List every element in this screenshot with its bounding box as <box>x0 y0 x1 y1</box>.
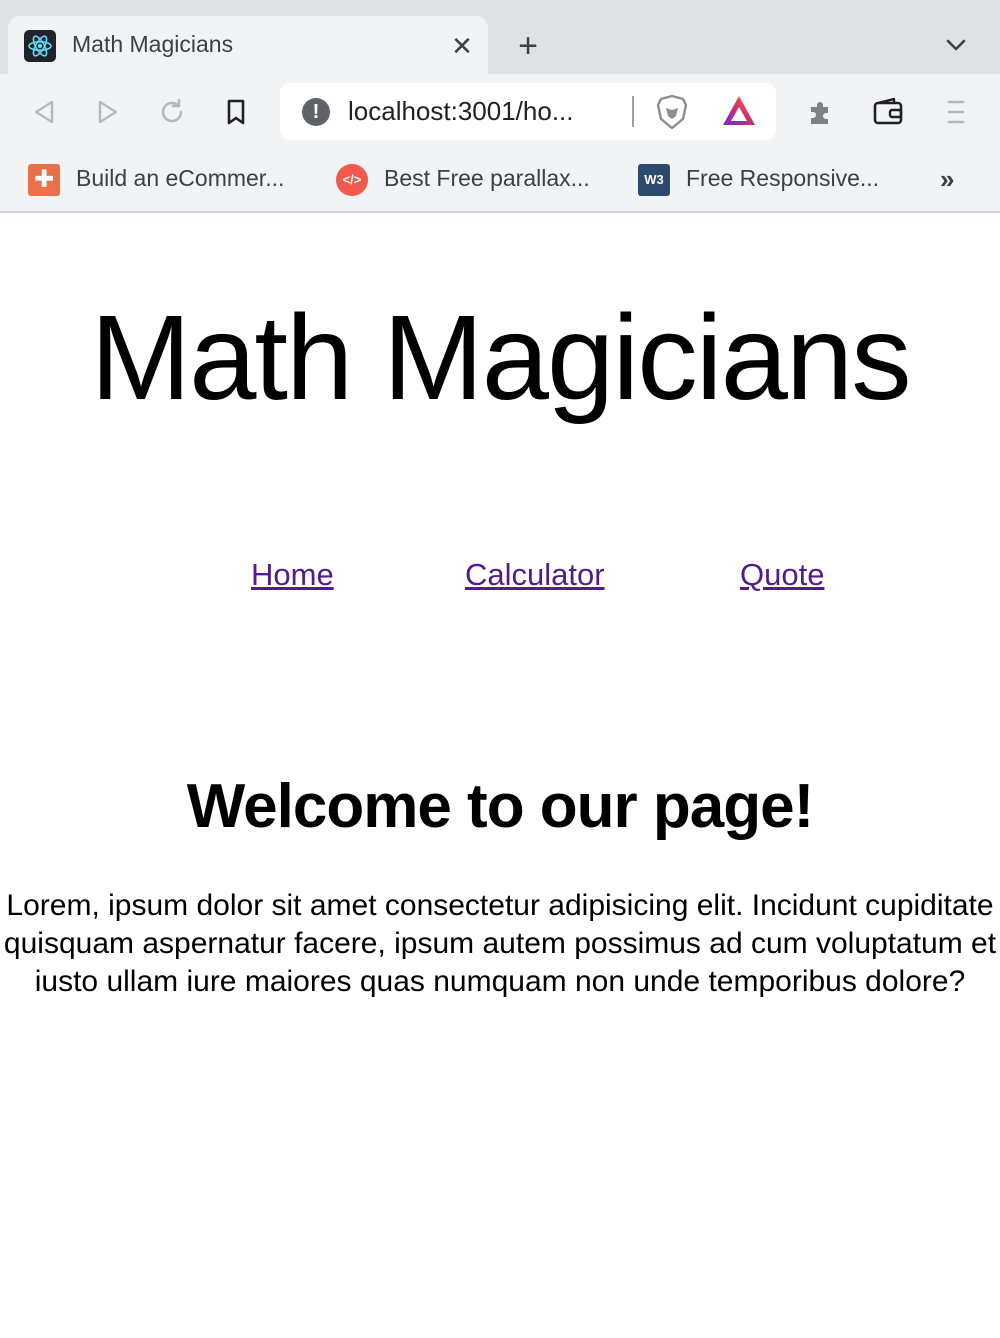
nav-link-quote[interactable]: Quote <box>740 557 824 593</box>
forward-icon[interactable] <box>90 94 126 130</box>
browser-tab[interactable]: Math Magicians ✕ <box>8 16 488 74</box>
address-bar[interactable]: ! localhost:3001/ho... <box>280 83 776 140</box>
url-text[interactable]: localhost:3001/ho... <box>348 96 574 127</box>
reload-icon[interactable] <box>154 94 190 130</box>
extensions-icon[interactable] <box>802 94 838 130</box>
nav-link-home[interactable]: Home <box>251 557 334 593</box>
tab-title: Math Magicians <box>72 31 234 57</box>
bookmark-label: Best Free parallax... <box>384 165 590 191</box>
back-icon[interactable] <box>26 94 62 130</box>
bookmark-item[interactable]: W3 Free Responsive... <box>638 163 908 197</box>
new-tab-button[interactable]: + <box>510 28 546 64</box>
plus-square-icon: ✚ <box>28 164 60 196</box>
page-title: Math Magicians <box>90 289 911 425</box>
nav-link-calculator[interactable]: Calculator <box>465 557 605 593</box>
chevron-down-icon[interactable] <box>938 30 974 62</box>
close-icon[interactable]: ✕ <box>448 32 476 60</box>
bookmark-item[interactable]: </> Best Free parallax... <box>336 163 616 197</box>
page-content: Math Magicians Home Calculator Quote Wel… <box>0 215 1000 1338</box>
react-logo-icon <box>24 30 56 62</box>
bookmark-item[interactable]: ✚ Build an eCommer... <box>28 163 318 197</box>
menu-icon[interactable] <box>938 94 974 130</box>
intro-paragraph: Lorem, ipsum dolor sit amet consectetur … <box>3 889 997 998</box>
wallet-icon[interactable] <box>870 94 906 130</box>
brave-rewards-icon[interactable] <box>720 93 758 129</box>
brave-shields-icon[interactable] <box>654 93 690 131</box>
welcome-heading: Welcome to our page! <box>186 772 815 841</box>
w3-icon: W3 <box>638 164 670 196</box>
code-icon: </> <box>336 164 368 196</box>
bookmark-label: Free Responsive... <box>686 165 880 191</box>
browser-toolbar: ! localhost:3001/ho... <box>0 74 1000 150</box>
divider <box>632 96 634 127</box>
tab-strip: Math Magicians ✕ + <box>0 0 1000 74</box>
bookmarks-overflow-icon[interactable]: » <box>940 164 954 195</box>
main-nav: Home Calculator Quote <box>0 557 1000 597</box>
bookmark-label: Build an eCommer... <box>76 165 285 191</box>
info-icon[interactable]: ! <box>302 98 330 126</box>
bookmarks-bar: ✚ Build an eCommer... </> Best Free para… <box>0 150 1000 213</box>
bookmark-icon[interactable] <box>218 94 254 130</box>
